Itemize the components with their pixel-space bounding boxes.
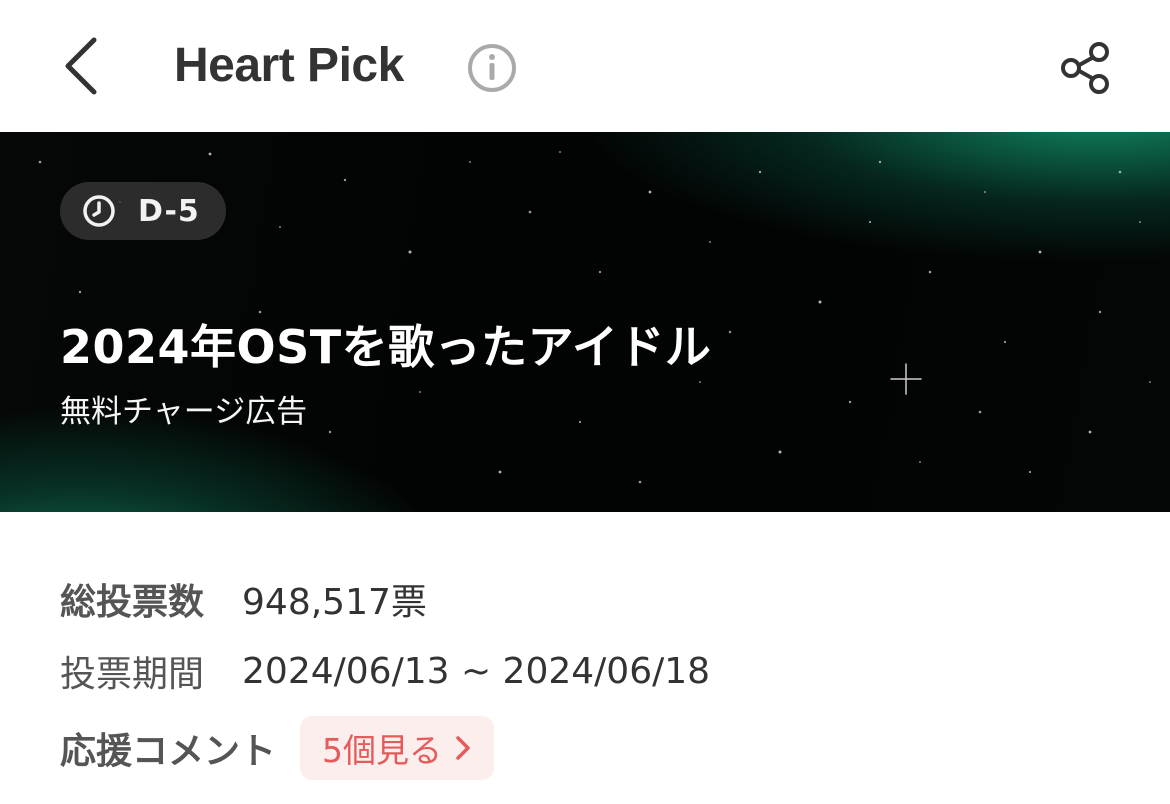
page-title: Heart Pick bbox=[174, 39, 404, 92]
info-button[interactable] bbox=[466, 42, 518, 94]
event-subtitle: 無料チャージ広告 bbox=[60, 394, 308, 430]
total-votes-label: 総投票数 bbox=[60, 582, 205, 623]
event-title: 2024年OSTを歌ったアイドル bbox=[60, 320, 712, 374]
vote-period-label: 投票期間 bbox=[60, 654, 205, 695]
vote-period-value: 2024/06/13 ~ 2024/06/18 bbox=[242, 650, 711, 692]
view-comments-button[interactable]: 5個見る bbox=[300, 716, 495, 780]
total-votes-value: 948,517票 bbox=[242, 582, 427, 623]
share-icon bbox=[1061, 42, 1109, 94]
view-comments-label: 5個見る bbox=[322, 731, 443, 770]
clock-icon bbox=[83, 195, 115, 227]
back-button[interactable] bbox=[52, 30, 116, 102]
share-button[interactable] bbox=[1054, 36, 1118, 100]
countdown-text: D-5 bbox=[138, 193, 200, 229]
countdown-badge: D-5 bbox=[60, 182, 226, 240]
comments-row: 応援コメント 5個見る bbox=[60, 716, 495, 780]
event-banner[interactable]: D-5 2024年OSTを歌ったアイドル 無料チャージ広告 bbox=[0, 132, 1170, 512]
total-votes-row: 総投票数 948,517票 bbox=[60, 574, 427, 624]
vote-period-row: 投票期間 2024/06/13 ~ 2024/06/18 bbox=[60, 646, 710, 696]
info-circle-icon bbox=[468, 44, 516, 92]
chevron-left-icon bbox=[65, 37, 97, 95]
comments-label: 応援コメント bbox=[60, 731, 277, 772]
top-bar: Heart Pick bbox=[0, 0, 1170, 132]
chevron-right-icon bbox=[456, 736, 470, 760]
